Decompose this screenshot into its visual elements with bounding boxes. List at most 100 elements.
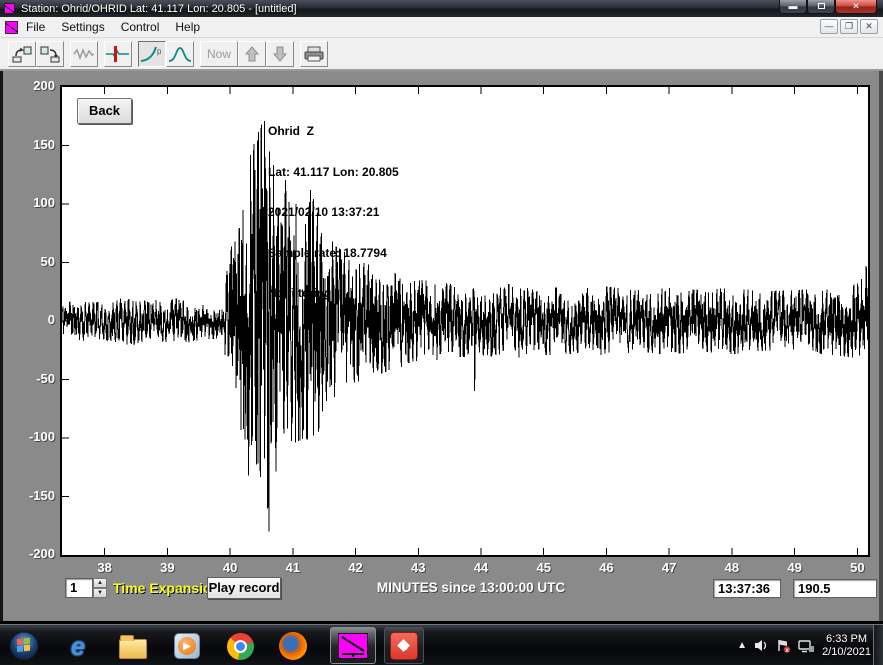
chrome-icon <box>227 633 254 660</box>
open-import-icon <box>12 45 32 63</box>
toolbar: p Now <box>0 38 883 71</box>
menu-bar: File Settings Control Help — ❐ ✕ <box>0 17 883 38</box>
annotation-filter: No filtering <box>268 287 399 301</box>
network-icon[interactable] <box>798 639 815 653</box>
start-button[interactable] <box>8 630 40 662</box>
seismograph-app-icon <box>338 633 368 659</box>
save-export-button[interactable] <box>36 41 64 67</box>
y-tick-label: -200 <box>5 546 55 561</box>
x-tick-label: 47 <box>649 560 689 575</box>
open-import-button[interactable] <box>8 41 36 67</box>
pick-phase-icon <box>106 45 130 63</box>
x-axis-caption: MINUTES since 13:00:00 UTC <box>321 580 621 595</box>
taskbar-clock[interactable]: 6:33 PM 2/10/2021 <box>822 633 871 659</box>
scroll-up-button[interactable] <box>238 41 266 67</box>
tray-chevron-icon[interactable]: ▲ <box>737 640 747 651</box>
app-icon <box>4 3 15 14</box>
waveform-icon <box>73 45 95 63</box>
menu-settings[interactable]: Settings <box>53 18 112 36</box>
cursor-time-field[interactable]: 13:37:36 <box>713 579 781 598</box>
firefox-button[interactable] <box>277 630 309 662</box>
play-record-button[interactable]: Play record <box>207 577 281 599</box>
save-export-icon <box>40 45 60 63</box>
scroll-up-icon <box>244 45 260 63</box>
x-tick-label: 46 <box>586 560 626 575</box>
mdi-child-icon[interactable] <box>5 21 18 34</box>
firefox-icon <box>279 632 307 660</box>
bell-curve-icon <box>168 45 192 63</box>
x-tick-label: 48 <box>712 560 752 575</box>
x-tick-label: 42 <box>336 560 376 575</box>
y-tick-label: 100 <box>5 195 55 210</box>
annotation-samplerate: Sample rate: 18.7794 <box>268 247 399 261</box>
cursor-amplitude-field[interactable]: 190.5 <box>793 579 877 598</box>
title-bar[interactable]: Station: Ohrid/OHRID Lat: 41.117 Lon: 20… <box>0 0 883 17</box>
seismograph-app-button[interactable] <box>330 627 376 664</box>
print-icon <box>303 45 325 63</box>
y-tick-label: -50 <box>5 371 55 386</box>
y-tick-label: 200 <box>5 78 55 93</box>
chrome-button[interactable] <box>224 630 256 662</box>
back-button[interactable]: Back <box>77 98 132 124</box>
waveform-button[interactable] <box>70 41 98 67</box>
expansion-down-button[interactable]: ▼ <box>93 588 107 598</box>
seismogram-panel: -200-150-100-50050100150200 383940414243… <box>0 71 883 621</box>
minimize-button[interactable]: ▬ <box>779 0 807 14</box>
x-tick-label: 40 <box>210 560 250 575</box>
pick-phase-button[interactable] <box>104 41 132 67</box>
clock-time: 6:33 PM <box>822 633 871 646</box>
y-tick-label: 50 <box>5 254 55 269</box>
media-player-icon: ▶ <box>174 633 200 659</box>
x-tick-label: 43 <box>398 560 438 575</box>
remote-app-icon: › <box>390 632 418 660</box>
internet-explorer-icon: e <box>71 633 85 659</box>
seismogram-plot[interactable] <box>60 85 870 557</box>
file-explorer-icon <box>119 639 147 659</box>
start-orb-icon <box>9 631 39 661</box>
desktop: Station: Ohrid/OHRID Lat: 41.117 Lon: 20… <box>0 0 883 665</box>
expansion-up-button[interactable]: ▲ <box>93 578 107 588</box>
response-curve-button[interactable]: p <box>138 41 166 67</box>
menu-help[interactable]: Help <box>167 18 208 36</box>
menu-control[interactable]: Control <box>113 18 168 36</box>
y-tick-label: -150 <box>5 488 55 503</box>
restore-button[interactable] <box>807 0 835 14</box>
y-tick-label: -100 <box>5 429 55 444</box>
action-center-flag-icon[interactable]: x <box>776 639 791 653</box>
x-tick-label: 39 <box>147 560 187 575</box>
time-expansion-value[interactable]: 1 <box>65 578 93 598</box>
x-tick-label: 49 <box>775 560 815 575</box>
scroll-down-icon <box>272 45 288 63</box>
close-button[interactable]: ✕ <box>835 0 877 14</box>
annotation-station: Ohrid Z <box>268 125 399 139</box>
svg-text:x: x <box>785 647 789 653</box>
file-explorer-button[interactable] <box>117 630 149 662</box>
taskbar: e ▶ › ▲ <box>0 624 883 665</box>
x-tick-label: 38 <box>85 560 125 575</box>
volume-icon[interactable] <box>754 639 769 652</box>
print-button[interactable] <box>300 41 328 67</box>
y-tick-label: 0 <box>5 312 55 327</box>
mdi-restore-button[interactable]: ❐ <box>840 19 858 34</box>
bell-curve-button[interactable] <box>166 41 194 67</box>
svg-text:p: p <box>157 47 162 56</box>
internet-explorer-button[interactable]: e <box>62 630 94 662</box>
x-tick-label: 50 <box>837 560 877 575</box>
now-button[interactable]: Now <box>200 41 238 67</box>
annotation-latlon: Lat: 41.117 Lon: 20.805 <box>268 166 399 180</box>
media-player-button[interactable]: ▶ <box>171 630 203 662</box>
clock-date: 2/10/2021 <box>822 646 871 659</box>
response-curve-icon: p <box>140 45 164 63</box>
trace-annotation: Ohrid Z Lat: 41.117 Lon: 20.805 2021/02/… <box>268 98 399 328</box>
mdi-close-button[interactable]: ✕ <box>860 19 878 34</box>
y-tick-label: 150 <box>5 137 55 152</box>
x-tick-label: 44 <box>461 560 501 575</box>
show-desktop-button[interactable] <box>873 625 883 665</box>
remote-app-button[interactable]: › <box>384 627 424 664</box>
scroll-down-button[interactable] <box>266 41 294 67</box>
mdi-minimize-button[interactable]: — <box>820 19 838 34</box>
x-tick-label: 41 <box>273 560 313 575</box>
x-tick-label: 45 <box>524 560 564 575</box>
window-title: Station: Ohrid/OHRID Lat: 41.117 Lon: 20… <box>21 3 297 15</box>
menu-file[interactable]: File <box>18 18 53 36</box>
